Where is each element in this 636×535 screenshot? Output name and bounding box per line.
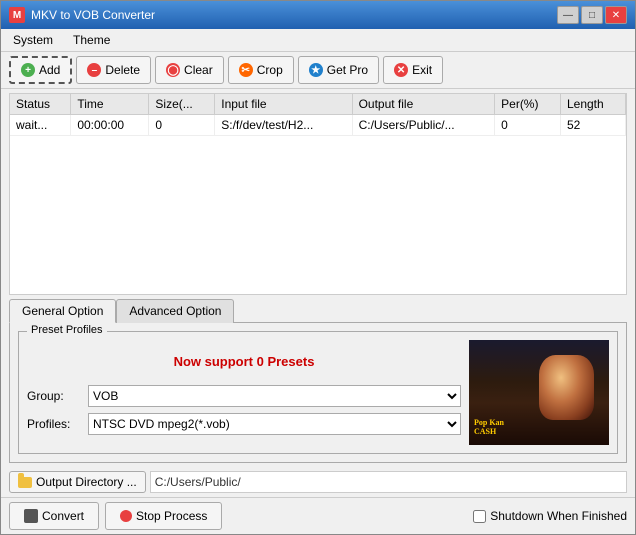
getpro-button[interactable]: ★ Get Pro (298, 56, 379, 84)
preset-profiles-group: Preset Profiles Now support 0 Presets Gr… (18, 331, 618, 454)
table-wrapper: Status Time Size(... Input file Output f… (10, 94, 626, 264)
col-status: Status (10, 94, 71, 115)
exit-label: Exit (412, 63, 432, 77)
exit-icon: ✕ (394, 63, 408, 77)
cell-output: C:/Users/Public/... (352, 115, 495, 136)
col-percent: Per(%) (495, 94, 561, 115)
output-path: C:/Users/Public/ (150, 471, 627, 493)
output-dir-label: Output Directory ... (36, 475, 137, 489)
col-output: Output file (352, 94, 495, 115)
col-size: Size(... (149, 94, 215, 115)
table-scroll[interactable]: Status Time Size(... Input file Output f… (10, 94, 626, 264)
group-label: Group: (27, 389, 82, 403)
file-table: Status Time Size(... Input file Output f… (10, 94, 626, 136)
cell-input: S:/f/dev/test/H2... (215, 115, 352, 136)
output-bar: Output Directory ... C:/Users/Public/ (1, 467, 635, 497)
cell-length: 52 (560, 115, 625, 136)
preset-message: Now support 0 Presets (27, 344, 461, 379)
stop-label: Stop Process (136, 509, 207, 523)
output-directory-button[interactable]: Output Directory ... (9, 471, 146, 493)
add-icon: + (21, 63, 35, 77)
preset-left: Now support 0 Presets Group: VOB Profile… (27, 340, 461, 435)
clear-icon: ◯ (166, 63, 180, 77)
col-time: Time (71, 94, 149, 115)
cell-size: 0 (149, 115, 215, 136)
profiles-label: Profiles: (27, 417, 82, 431)
window-controls: — □ ✕ (557, 6, 627, 24)
tab-general[interactable]: General Option (9, 299, 116, 323)
add-label: Add (39, 63, 60, 77)
app-icon: M (9, 7, 25, 23)
option-tabs: General Option Advanced Option (9, 299, 627, 323)
convert-label: Convert (42, 509, 84, 523)
thumbnail: Pop KanCASH (469, 340, 609, 445)
bottom-bar: Convert Stop Process Shutdown When Finis… (1, 497, 635, 534)
shutdown-check: Shutdown When Finished (473, 509, 627, 523)
stop-button[interactable]: Stop Process (105, 502, 222, 530)
folder-icon (18, 477, 32, 488)
delete-button[interactable]: – Delete (76, 56, 151, 84)
group-select[interactable]: VOB (88, 385, 461, 407)
toolbar: + Add – Delete ◯ Clear ✂ Crop ★ Get Pro … (1, 52, 635, 89)
delete-icon: – (87, 63, 101, 77)
cell-percent: 0 (495, 115, 561, 136)
preset-legend: Preset Profiles (27, 324, 107, 336)
stop-icon (120, 510, 132, 522)
add-button[interactable]: + Add (9, 56, 72, 84)
movie-text: Pop KanCASH (474, 418, 504, 437)
exit-button[interactable]: ✕ Exit (383, 56, 443, 84)
options-area: General Option Advanced Option Preset Pr… (1, 299, 635, 467)
tab-advanced[interactable]: Advanced Option (116, 299, 234, 323)
close-button[interactable]: ✕ (605, 6, 627, 24)
table-row[interactable]: wait... 00:00:00 0 S:/f/dev/test/H2... C… (10, 115, 626, 136)
minimize-button[interactable]: — (557, 6, 579, 24)
menubar: System Theme (1, 29, 635, 52)
convert-button[interactable]: Convert (9, 502, 99, 530)
tab-content: Preset Profiles Now support 0 Presets Gr… (9, 322, 627, 463)
delete-label: Delete (105, 63, 140, 77)
crop-icon: ✂ (239, 63, 253, 77)
crop-button[interactable]: ✂ Crop (228, 56, 294, 84)
clear-button[interactable]: ◯ Clear (155, 56, 224, 84)
cell-status: wait... (10, 115, 71, 136)
file-table-container: Status Time Size(... Input file Output f… (9, 93, 627, 295)
cell-time: 00:00:00 (71, 115, 149, 136)
titlebar: M MKV to VOB Converter — □ ✕ (1, 1, 635, 29)
shutdown-label: Shutdown When Finished (490, 509, 627, 523)
maximize-button[interactable]: □ (581, 6, 603, 24)
crop-label: Crop (257, 63, 283, 77)
preset-profiles-row: Profiles: NTSC DVD mpeg2(*.vob) (27, 413, 461, 435)
titlebar-left: M MKV to VOB Converter (9, 7, 155, 23)
shutdown-checkbox[interactable] (473, 510, 486, 523)
convert-icon (24, 509, 38, 523)
window-title: MKV to VOB Converter (31, 8, 155, 22)
main-window: M MKV to VOB Converter — □ ✕ System Them… (0, 0, 636, 535)
menu-system[interactable]: System (5, 31, 61, 49)
preset-inner: Now support 0 Presets Group: VOB Profile… (27, 340, 609, 445)
col-input: Input file (215, 94, 352, 115)
clear-label: Clear (184, 63, 213, 77)
getpro-icon: ★ (309, 63, 323, 77)
movie-scene: Pop KanCASH (469, 340, 609, 445)
col-length: Length (560, 94, 625, 115)
preset-group-row: Group: VOB (27, 385, 461, 407)
menu-theme[interactable]: Theme (65, 31, 118, 49)
profiles-select[interactable]: NTSC DVD mpeg2(*.vob) (88, 413, 461, 435)
main-content: Status Time Size(... Input file Output f… (1, 89, 635, 534)
getpro-label: Get Pro (327, 63, 368, 77)
